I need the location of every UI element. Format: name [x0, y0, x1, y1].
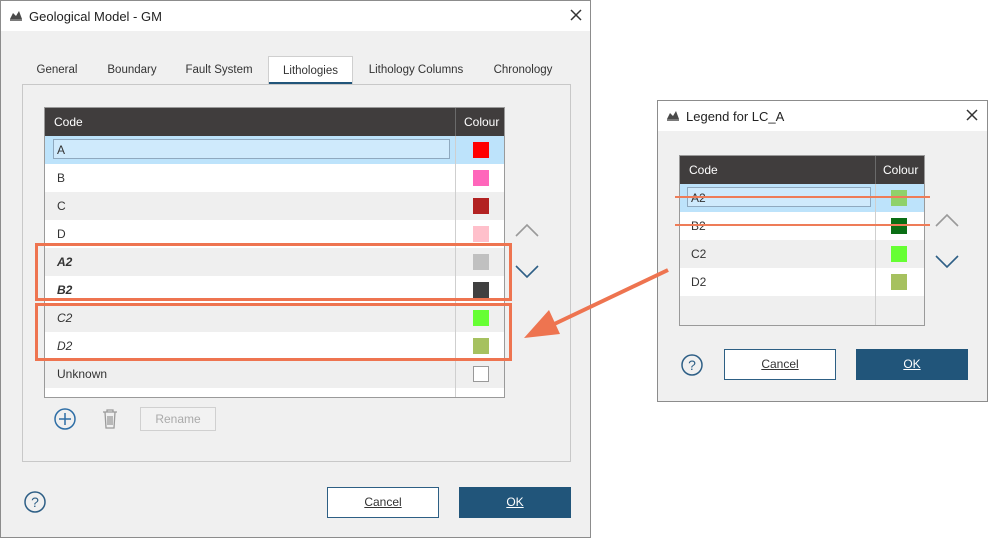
title-bar[interactable]: Geological Model - GM	[1, 1, 590, 31]
help-icon[interactable]: ?	[680, 353, 704, 377]
tab-lithologies[interactable]: Lithologies	[268, 56, 353, 85]
annotation-highlight-box	[35, 303, 512, 361]
table-row[interactable]: D2	[680, 268, 924, 296]
cancel-label: Cancel	[364, 495, 402, 509]
cancel-button[interactable]: Cancel	[724, 349, 836, 380]
close-icon[interactable]	[568, 7, 584, 23]
colour-swatch[interactable]	[473, 366, 489, 382]
code-cell: C	[57, 199, 66, 213]
colour-swatch[interactable]	[891, 218, 907, 234]
code-cell: D2	[691, 275, 707, 289]
code-cell: C2	[691, 247, 707, 261]
colour-swatch[interactable]	[473, 170, 489, 186]
tab-boundary[interactable]: Boundary	[99, 56, 165, 84]
annotation-highlight-box	[35, 243, 512, 301]
code-cell: Unknown	[57, 367, 108, 381]
colour-column-header[interactable]: Colour	[455, 108, 504, 136]
colour-swatch[interactable]	[473, 198, 489, 214]
cancel-label: Cancel	[761, 357, 799, 371]
rename-label: Rename	[155, 412, 201, 426]
colour-cell[interactable]	[875, 184, 924, 212]
tab-label: Boundary	[107, 64, 157, 76]
colour-column-header[interactable]: Colour	[875, 156, 924, 184]
colour-cell[interactable]	[455, 136, 504, 164]
dialog-title: Legend for LC_A	[686, 109, 785, 124]
ok-label: OK	[506, 495, 524, 509]
add-icon[interactable]	[53, 407, 77, 431]
colour-cell[interactable]	[875, 240, 924, 268]
dialog-title: Geological Model - GM	[29, 9, 162, 24]
colour-column-filler	[875, 296, 924, 325]
table-filler	[45, 388, 504, 397]
table-row[interactable]: Unknown	[45, 360, 504, 388]
colour-cell[interactable]	[455, 360, 504, 388]
table-header: Code Colour	[45, 108, 504, 136]
app-logo-icon	[10, 11, 22, 21]
move-down-icon[interactable]	[934, 254, 960, 270]
svg-text:?: ?	[31, 494, 39, 510]
table-row[interactable]: C	[45, 192, 504, 220]
move-down-icon[interactable]	[514, 264, 540, 280]
tab-chronology[interactable]: Chronology	[485, 56, 561, 84]
ok-button[interactable]: OK	[856, 349, 968, 380]
app-logo-icon	[667, 111, 679, 121]
legend-table: Code Colour A2 B2 C2 D2	[679, 155, 925, 326]
colour-swatch[interactable]	[891, 190, 907, 206]
annotation-strike-line	[675, 224, 930, 226]
colour-cell[interactable]	[455, 164, 504, 192]
code-cell: A	[57, 143, 66, 157]
table-row[interactable]: B	[45, 164, 504, 192]
colour-swatch[interactable]	[891, 246, 907, 262]
annotation-strike-line	[675, 196, 930, 198]
rename-button[interactable]: Rename	[140, 407, 216, 431]
tab-label: Lithologies	[283, 65, 338, 77]
tab-label: Lithology Columns	[368, 64, 464, 76]
colour-swatch[interactable]	[891, 274, 907, 290]
colour-cell[interactable]	[455, 192, 504, 220]
table-row[interactable]: A2	[680, 184, 924, 212]
colour-cell[interactable]	[875, 212, 924, 240]
legend-dialog: Legend for LC_A Code Colour A2 B2 C2 D2	[657, 100, 988, 402]
move-up-icon[interactable]	[934, 212, 960, 228]
table-row[interactable]: A	[45, 136, 504, 164]
colour-cell[interactable]	[875, 268, 924, 296]
tab-label: Fault System	[185, 64, 253, 76]
colour-swatch[interactable]	[473, 226, 489, 242]
code-cell: B	[57, 171, 66, 185]
ok-label: OK	[903, 357, 921, 371]
tab-label: Chronology	[493, 64, 553, 76]
help-icon[interactable]: ?	[23, 490, 47, 514]
ok-button[interactable]: OK	[459, 487, 571, 518]
colour-column-filler	[455, 388, 504, 397]
table-header: Code Colour	[680, 156, 924, 184]
table-row[interactable]: B2	[680, 212, 924, 240]
tab-label: General	[36, 64, 78, 76]
table-filler	[680, 296, 924, 325]
table-row[interactable]: C2	[680, 240, 924, 268]
tab-lithology-columns[interactable]: Lithology Columns	[363, 56, 469, 84]
trash-icon[interactable]	[100, 407, 120, 431]
move-up-icon[interactable]	[514, 222, 540, 238]
code-column-header[interactable]: Code	[54, 108, 83, 136]
svg-text:?: ?	[688, 357, 696, 373]
title-bar[interactable]: Legend for LC_A	[658, 101, 987, 131]
code-edit-field[interactable]	[53, 139, 450, 159]
tab-fault-system[interactable]: Fault System	[179, 56, 259, 84]
code-cell: B2	[691, 219, 706, 233]
code-column-header[interactable]: Code	[689, 156, 718, 184]
code-cell: A2	[691, 191, 706, 205]
tab-general[interactable]: General	[29, 56, 85, 84]
cancel-button[interactable]: Cancel	[327, 487, 439, 518]
colour-swatch[interactable]	[473, 142, 489, 158]
close-icon[interactable]	[964, 107, 980, 123]
